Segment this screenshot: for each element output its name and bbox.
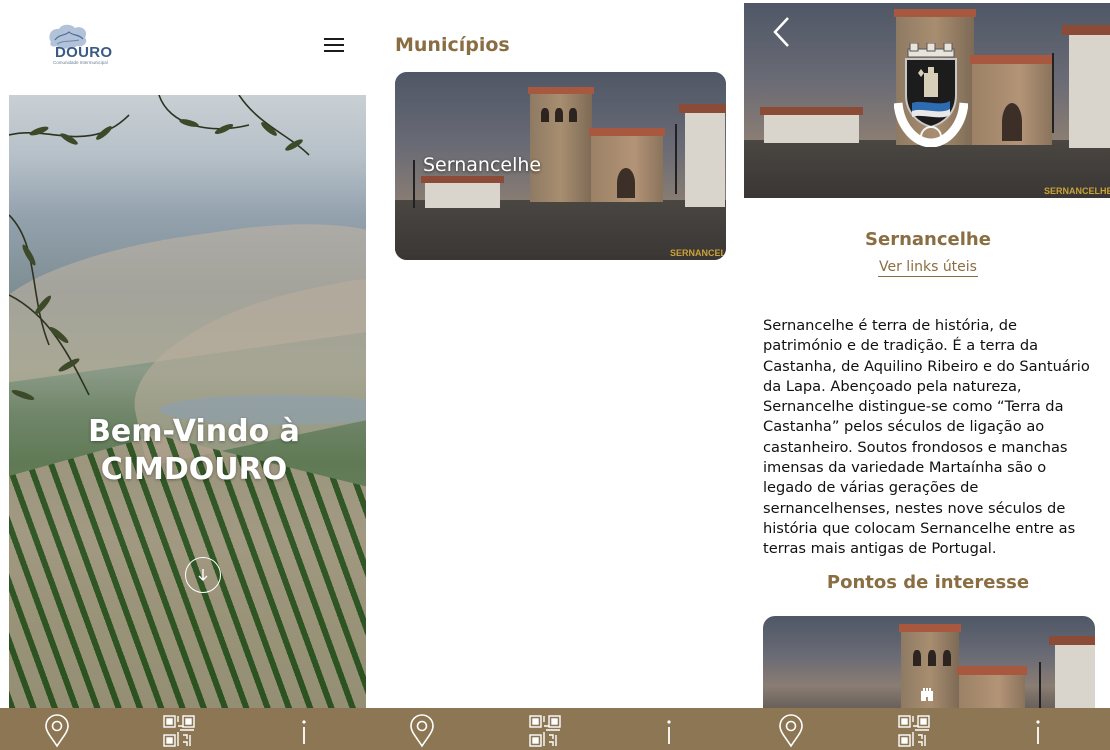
- info-icon[interactable]: [287, 714, 321, 748]
- info-icon[interactable]: [1021, 714, 1055, 748]
- hamburger-menu-icon[interactable]: [324, 38, 346, 54]
- municipality-detail-screen: SERNANCELHE Sernancelhe Ver links úteis …: [738, 0, 1110, 708]
- arrow-down-icon: [198, 569, 208, 581]
- municipality-title: Sernancelhe: [865, 229, 991, 250]
- municipal-crest: [893, 42, 969, 148]
- bottom-navigation-bar: [0, 708, 1110, 750]
- qr-code-icon[interactable]: [897, 714, 931, 748]
- info-icon[interactable]: [652, 714, 686, 748]
- chevron-left-icon: [773, 17, 789, 47]
- logo-text: DOURO: [55, 44, 113, 61]
- municipality-hero-image: SERNANCELHE: [744, 3, 1110, 198]
- qr-code-icon[interactable]: [528, 714, 562, 748]
- cimdouro-logo[interactable]: DOURO Comunidade Intermunicipal: [45, 22, 125, 70]
- hero-title: Bem-Vindo à CIMDOURO: [9, 413, 366, 489]
- municipality-card[interactable]: Sernancelhe SERNANCELHE: [395, 72, 726, 260]
- olive-branch-decoration: [9, 95, 310, 400]
- hero-title-line1: Bem-Vindo à: [88, 414, 300, 449]
- municipality-description: Sernancelhe é terra de história, de patr…: [763, 317, 1090, 558]
- hero-watermark: SERNANCELHE: [1044, 186, 1110, 196]
- map-pin-icon[interactable]: [405, 714, 439, 748]
- hero-image: Bem-Vindo à CIMDOURO: [9, 95, 366, 708]
- qr-code-icon[interactable]: [162, 714, 196, 748]
- castle-icon: [921, 686, 933, 701]
- hero-title-line2: CIMDOURO: [100, 452, 288, 487]
- map-pin-icon[interactable]: [774, 714, 808, 748]
- home-screen: DOURO Comunidade Intermunicipal Bem-Vind…: [0, 0, 366, 708]
- point-of-interest-card[interactable]: [763, 616, 1095, 708]
- map-pin-icon[interactable]: [40, 714, 74, 748]
- useful-links-link[interactable]: Ver links úteis: [878, 259, 978, 277]
- coat-of-arms-icon: [893, 42, 969, 148]
- page-title: Municípios: [395, 34, 510, 56]
- municipality-name: Sernancelhe: [423, 154, 542, 176]
- scroll-down-button[interactable]: [185, 557, 221, 593]
- points-of-interest-heading: Pontos de interesse: [826, 572, 1030, 593]
- municipalities-screen: Municípios Sernancelhe SERNANCELHE: [366, 0, 738, 708]
- card-watermark: SERNANCELHE: [670, 248, 726, 258]
- logo-subtitle: Comunidade Intermunicipal: [53, 60, 108, 65]
- back-button[interactable]: [770, 15, 792, 49]
